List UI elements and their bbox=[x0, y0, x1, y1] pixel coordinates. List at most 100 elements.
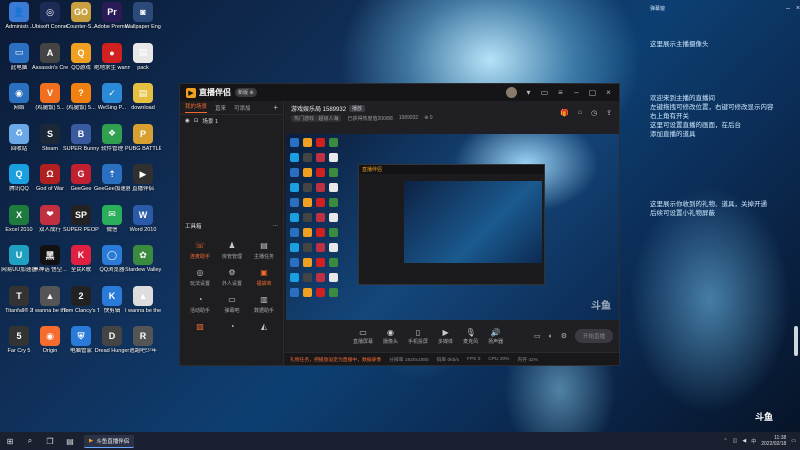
tool-item[interactable]: ◔ bbox=[216, 320, 248, 334]
chevron-down-icon[interactable]: ▾ bbox=[524, 88, 533, 97]
desktop-icon[interactable]: ◯ QQ浏览器 bbox=[95, 245, 129, 285]
desktop-icon[interactable]: ◉ 网络 bbox=[2, 83, 36, 123]
tool-item[interactable]: ▤ 主播任务 bbox=[248, 239, 280, 261]
desktop-icon[interactable]: ▶ 直播伴侣 bbox=[126, 164, 160, 204]
tool-item[interactable]: ⚙ 外人设置 bbox=[216, 266, 248, 288]
maximize-icon[interactable]: ▢ bbox=[588, 88, 597, 97]
desktop-icon[interactable]: T Titanfall® 2 bbox=[2, 285, 36, 326]
desktop-icon[interactable]: ⇡ GeeGee加速器 bbox=[94, 164, 130, 204]
desktop-icon[interactable]: ◉ Origin bbox=[33, 326, 67, 366]
desktop-icon[interactable]: X Excel 2010 bbox=[2, 204, 36, 245]
eye-icon[interactable]: ◉ bbox=[185, 118, 190, 124]
desktop-icon[interactable]: SPSUPER PEOPLE CBT bbox=[63, 204, 99, 245]
desktop-icon[interactable]: ▲I wanna be the Creator bbox=[125, 285, 161, 326]
ime-icon[interactable]: 中 bbox=[751, 438, 756, 445]
add-scene-icon[interactable]: + bbox=[273, 103, 278, 112]
desktop-icon[interactable]: ▤ download bbox=[126, 83, 160, 123]
monitor-icon[interactable]: ▭ bbox=[540, 88, 549, 97]
notification-icon[interactable]: ▭ bbox=[791, 438, 796, 444]
tab-addable[interactable]: 可添加 bbox=[234, 104, 251, 112]
scene-row[interactable]: ◉ ⊡ 场景 1 bbox=[180, 115, 283, 127]
tool-item[interactable]: ◭ bbox=[248, 320, 280, 334]
desktop-icon[interactable]: K 快剪辑 bbox=[95, 285, 129, 326]
desktop-icon[interactable]: W Word 2010 bbox=[126, 204, 160, 245]
tool-item[interactable]: ▣ 福袋商 bbox=[248, 266, 280, 288]
desktop-icon[interactable]: ✿ Stardew Valley bbox=[125, 245, 161, 285]
desktop-icon[interactable]: 黑黑神话 悟空... bbox=[33, 245, 67, 285]
side-drawer-handle[interactable] bbox=[794, 326, 798, 356]
desktop-icon[interactable]: ♻ 回收站 bbox=[2, 123, 36, 164]
close-icon[interactable]: × bbox=[604, 88, 613, 97]
desktop-icon[interactable]: Q QQ游戏 bbox=[64, 42, 98, 83]
avatar[interactable] bbox=[506, 87, 517, 98]
start-stream-button[interactable]: 开始直播 bbox=[574, 329, 613, 343]
share-icon[interactable]: ⇪ bbox=[606, 109, 612, 117]
desktop-icon[interactable]: Q 腾讯QQ bbox=[2, 164, 36, 204]
desktop-icon[interactable]: 👤 Administr... bbox=[2, 2, 36, 42]
volume-icon[interactable]: ◀ bbox=[742, 438, 746, 444]
desktop-icon[interactable]: U 网易UU加速器 bbox=[1, 245, 37, 285]
desktop-icon[interactable]: 5 Far Cry 5 bbox=[2, 326, 36, 366]
desktop-icon[interactable]: D Dread Hunger bbox=[95, 326, 129, 366]
stream-title[interactable]: 游戏娱乐局 1589932 bbox=[291, 104, 346, 113]
task-view-icon[interactable]: ❐ bbox=[44, 435, 56, 447]
desktop-icon[interactable]: Pr Adobe Premie... bbox=[94, 2, 130, 42]
desktop-icon[interactable]: GO Counter-S... bbox=[64, 2, 98, 42]
tool-item[interactable]: ☏ 连麦助手 bbox=[184, 239, 216, 261]
desktop-icon[interactable]: R 逃跑吧少年 bbox=[126, 326, 160, 366]
desktop-icon[interactable]: ◎ Ubisoft Connect bbox=[32, 2, 68, 42]
tool-item[interactable]: ▥ 数据助手 bbox=[248, 293, 280, 315]
menu-icon[interactable]: ≡ bbox=[556, 88, 565, 97]
network-icon[interactable]: ◫ bbox=[733, 438, 738, 444]
desktop-icon[interactable]: BSUPER Bunny Man bbox=[63, 123, 99, 164]
desktop-icon[interactable]: Ω God of War bbox=[33, 164, 67, 204]
desktop-icon[interactable]: V (鸡腿饭) 5... bbox=[33, 83, 67, 123]
search-icon[interactable]: ⌕ bbox=[24, 435, 36, 447]
desktop-icon[interactable]: AAssassin's Creed V... bbox=[32, 42, 68, 83]
tool-item[interactable]: ♟ 房管管理 bbox=[216, 239, 248, 261]
desktop-icon[interactable]: ⛨ 电脑管家 bbox=[64, 326, 98, 366]
lock-icon[interactable]: ⊡ bbox=[194, 118, 199, 124]
tool-item[interactable]: ▧ bbox=[184, 320, 216, 334]
desktop-icon[interactable]: ▲I wanna be the DARK... bbox=[32, 285, 68, 326]
stream-tag[interactable]: 播放 bbox=[349, 105, 366, 112]
tool-item[interactable]: ◔ 活动助手 bbox=[184, 293, 216, 315]
desktop-icon[interactable]: 2Tom Clancy's T... bbox=[63, 285, 99, 326]
desktop-icon[interactable]: ❤ 双人成行 bbox=[33, 204, 67, 245]
desktop-icon[interactable]: ✉ 微信 bbox=[95, 204, 129, 245]
source-button[interactable]: 🔊 扬声器 bbox=[488, 328, 503, 345]
stream-preview[interactable]: 直播伴侣 斗鱼 bbox=[286, 134, 619, 320]
settings-icon[interactable]: ⚙ bbox=[561, 332, 567, 340]
clock[interactable]: 11:38 2022/02/18 bbox=[761, 435, 786, 447]
version-badge[interactable]: 新版 ⊕ bbox=[235, 88, 257, 97]
source-button[interactable]: 🎙 麦克风 bbox=[463, 328, 478, 345]
desktop-icon[interactable]: ▤ pack bbox=[126, 42, 160, 83]
status-warning[interactable]: 礼物任务，把播放设定为直播中，数据录像 bbox=[290, 356, 381, 363]
desktop-icon[interactable]: G GeeGee bbox=[64, 164, 98, 204]
desktop-icon[interactable]: ▭ 此电脑 bbox=[2, 42, 36, 83]
desktop-icon[interactable]: ✓ WeSing P... bbox=[95, 83, 129, 123]
minimize-icon[interactable]: – bbox=[786, 5, 790, 12]
gift-icon[interactable]: 🎁 bbox=[560, 109, 569, 117]
desktop-icon[interactable]: K 全民K歌 bbox=[64, 245, 98, 285]
tab-my-scenes[interactable]: 我的场景 bbox=[185, 102, 208, 113]
desktop-icon[interactable]: ◙ Wallpaper Engine bbox=[125, 2, 161, 42]
desktop-icon[interactable]: PPUBG BATTLEG... bbox=[125, 123, 161, 164]
desktop-icon[interactable]: ●绝地求生 wanna pl... bbox=[94, 42, 130, 83]
chevron-up-icon[interactable]: ⌃ bbox=[723, 438, 727, 444]
tab-live[interactable]: 直来 bbox=[215, 104, 226, 112]
source-button[interactable]: ▶ 多媒体 bbox=[438, 328, 453, 345]
tool-item[interactable]: ◎ 玩法设置 bbox=[184, 266, 216, 288]
file-explorer-icon[interactable]: ▤ bbox=[64, 435, 76, 447]
record-icon[interactable]: ▭ bbox=[534, 332, 541, 340]
close-icon[interactable]: × bbox=[796, 5, 800, 12]
windows-start-icon[interactable]: ⊞ bbox=[4, 435, 16, 447]
desktop-icon[interactable]: ❖ 软件管理 bbox=[95, 123, 129, 164]
minimize-icon[interactable]: – bbox=[572, 88, 581, 97]
taskbar-app-live-partner[interactable]: ▶ 斗鱼直播伴侣 bbox=[84, 434, 135, 448]
source-button[interactable]: ▭ 直播屏幕 bbox=[353, 328, 373, 345]
more-icon[interactable]: ⋯ bbox=[273, 223, 279, 229]
shop-icon[interactable]: ⌂ bbox=[578, 109, 582, 117]
desktop-icon[interactable]: ? (鸡腿饭) 5... bbox=[64, 83, 98, 123]
source-button[interactable]: ▯ 手机投屏 bbox=[408, 328, 428, 345]
